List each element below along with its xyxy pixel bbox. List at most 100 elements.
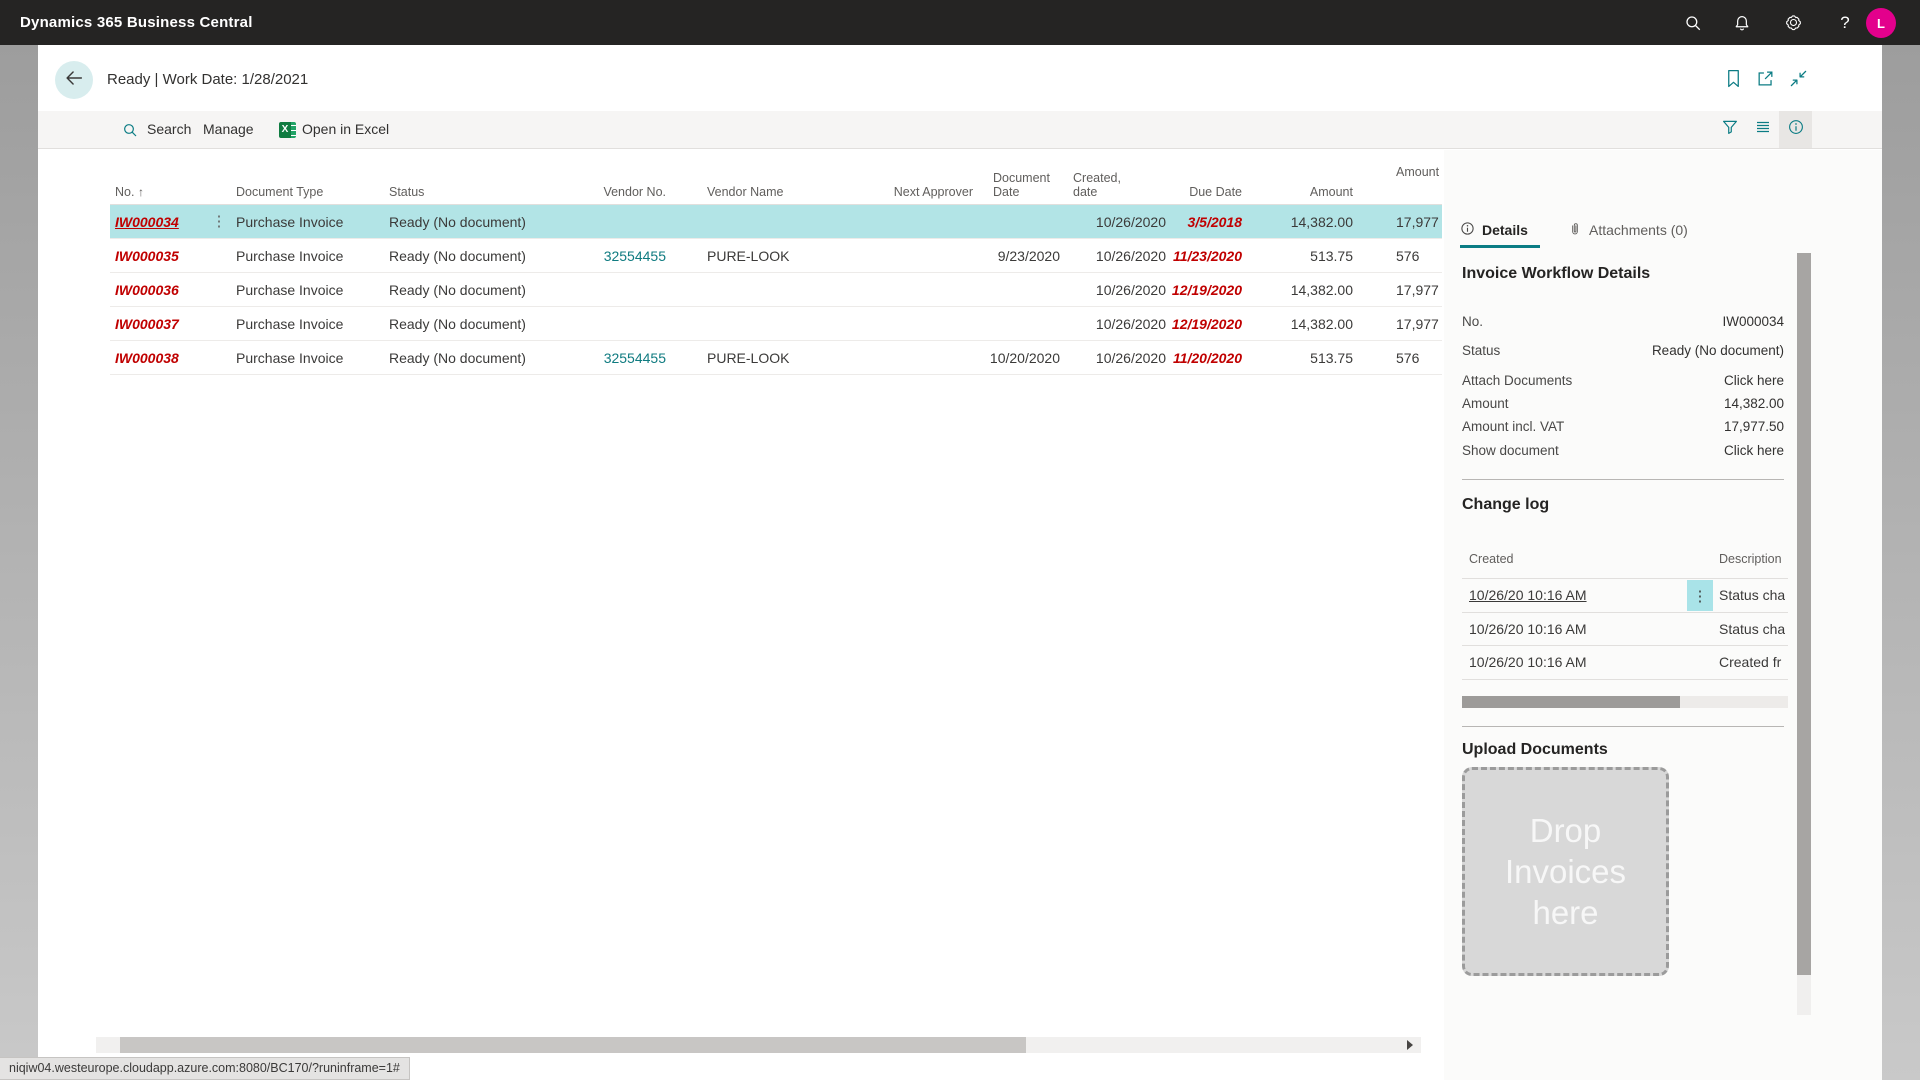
status-cell: Ready (No document) bbox=[389, 341, 589, 375]
invoice-no-link[interactable]: IW000037 bbox=[115, 307, 200, 341]
tab-details-label: Details bbox=[1482, 222, 1528, 238]
field-show-document: Show document Click here bbox=[1462, 439, 1784, 463]
collapse-button[interactable] bbox=[1785, 69, 1811, 93]
column-header-document-type[interactable]: Document Type bbox=[236, 185, 386, 199]
details-pane-toggle-button[interactable] bbox=[1779, 111, 1812, 148]
factbox-scrollbar-thumb[interactable] bbox=[1797, 253, 1811, 975]
tab-attachments-label: Attachments (0) bbox=[1589, 222, 1688, 238]
invoice-dropzone[interactable]: Drop Invoices here bbox=[1462, 767, 1669, 976]
due-date-cell: 12/19/2020 bbox=[1132, 273, 1242, 307]
changelog-created-link[interactable]: 10/26/20 10:16 AM bbox=[1469, 579, 1639, 612]
changelog-horizontal-scrollbar[interactable] bbox=[1462, 696, 1788, 708]
column-header-vendor-name[interactable]: Vendor Name bbox=[707, 185, 847, 199]
page-background-left bbox=[0, 45, 38, 1080]
toolbar-search-icon bbox=[122, 111, 138, 148]
settings-button[interactable] bbox=[1772, 0, 1814, 45]
document-type-cell: Purchase Invoice bbox=[236, 205, 386, 239]
back-button[interactable] bbox=[55, 61, 93, 99]
avatar-initial: L bbox=[1877, 16, 1885, 31]
changelog-created-cell[interactable]: 10/26/20 10:16 AM bbox=[1469, 613, 1639, 646]
bookmark-icon bbox=[1725, 69, 1742, 93]
grid-scrollbar-thumb[interactable] bbox=[120, 1037, 1026, 1053]
vendor-name-cell: PURE-LOOK bbox=[707, 239, 847, 273]
toolbar-search-button[interactable]: Search bbox=[147, 111, 191, 148]
invoice-no-link[interactable]: IW000034 bbox=[115, 205, 200, 239]
changelog-scrollbar-thumb[interactable] bbox=[1462, 696, 1680, 708]
app-window: Dynamics 365 Business Central ? L bbox=[0, 0, 1920, 1080]
column-header-amount-incl-vat[interactable]: Amount bbox=[1396, 165, 1442, 179]
search-button[interactable] bbox=[1672, 0, 1714, 45]
question-mark-icon: ? bbox=[1840, 13, 1849, 33]
changelog-description-cell: Status cha bbox=[1719, 579, 1785, 612]
changelog-row-ellipsis-icon[interactable]: ⋮ bbox=[1687, 580, 1713, 611]
column-header-amount[interactable]: Amount bbox=[1253, 185, 1353, 199]
help-button[interactable]: ? bbox=[1824, 0, 1866, 45]
status-cell: Ready (No document) bbox=[389, 239, 589, 273]
table-row[interactable]: IW000035 Purchase Invoice Ready (No docu… bbox=[110, 239, 1442, 273]
user-avatar[interactable]: L bbox=[1866, 8, 1896, 38]
status-cell: Ready (No document) bbox=[389, 205, 589, 239]
link-status-tooltip: niqiw04.westeurope.cloudapp.azure.com:80… bbox=[0, 1057, 410, 1080]
toolbar-open-in-excel-button[interactable]: Open in Excel bbox=[302, 111, 389, 148]
due-date-cell: 11/20/2020 bbox=[1132, 341, 1242, 375]
document-type-cell: Purchase Invoice bbox=[236, 341, 386, 375]
due-date-cell: 3/5/2018 bbox=[1132, 205, 1242, 239]
column-header-status[interactable]: Status bbox=[389, 185, 589, 199]
invoice-no-link[interactable]: IW000038 bbox=[115, 341, 200, 375]
amount-cell: 513.75 bbox=[1253, 239, 1353, 273]
notifications-button[interactable] bbox=[1721, 0, 1763, 45]
table-row[interactable]: IW000036 Purchase Invoice Ready (No docu… bbox=[110, 273, 1442, 307]
table-row[interactable]: IW000037 Purchase Invoice Ready (No docu… bbox=[110, 307, 1442, 341]
table-row[interactable]: IW000038 Purchase Invoice Ready (No docu… bbox=[110, 341, 1442, 375]
table-row-selected[interactable]: IW000034 ⋮ Purchase Invoice Ready (No do… bbox=[110, 205, 1442, 239]
tab-attachments[interactable]: Attachments (0) bbox=[1568, 216, 1688, 244]
open-in-new-window-icon bbox=[1756, 69, 1775, 93]
factbox-section-title: Invoice Workflow Details bbox=[1462, 265, 1650, 283]
upload-documents-title: Upload Documents bbox=[1462, 741, 1608, 759]
field-value-link[interactable]: IW000034 bbox=[1722, 310, 1784, 334]
divider bbox=[1462, 679, 1788, 680]
field-value-link[interactable]: Click here bbox=[1724, 439, 1784, 463]
divider bbox=[1462, 726, 1784, 727]
status-cell: Ready (No document) bbox=[389, 273, 589, 307]
field-status: Status Ready (No document) bbox=[1462, 339, 1784, 363]
field-no: No. IW000034 bbox=[1462, 310, 1784, 334]
row-ellipsis-icon[interactable]: ⋮ bbox=[208, 205, 230, 239]
open-in-new-window-button[interactable] bbox=[1752, 69, 1778, 93]
factbox-vertical-scrollbar[interactable] bbox=[1797, 253, 1811, 1015]
scroll-right-arrow-icon bbox=[1407, 1040, 1413, 1050]
toolbar-manage-button[interactable]: Manage bbox=[203, 111, 254, 148]
changelog-column-created: Created bbox=[1469, 552, 1513, 566]
column-header-document-date[interactable]: Document Date bbox=[993, 171, 1050, 199]
column-header-next-approver[interactable]: Next Approver bbox=[843, 185, 973, 199]
column-header-due-date[interactable]: Due Date bbox=[1132, 185, 1242, 199]
info-circle-icon bbox=[1460, 221, 1475, 239]
amount-incl-vat-cell: 576 bbox=[1396, 341, 1442, 375]
column-header-vendor-no[interactable]: Vendor No. bbox=[566, 185, 666, 199]
grid-horizontal-scrollbar[interactable] bbox=[96, 1037, 1421, 1053]
document-type-cell: Purchase Invoice bbox=[236, 239, 386, 273]
invoice-no-link[interactable]: IW000036 bbox=[115, 273, 200, 307]
filter-button[interactable] bbox=[1713, 111, 1746, 148]
info-icon bbox=[1787, 118, 1805, 141]
top-navigation-bar: Dynamics 365 Business Central ? L bbox=[0, 0, 1920, 45]
vendor-no-link[interactable]: 32554455 bbox=[566, 239, 666, 273]
document-type-cell: Purchase Invoice bbox=[236, 307, 386, 341]
column-header-created-date[interactable]: Created, date bbox=[1073, 171, 1121, 199]
field-attach-documents: Attach Documents Click here bbox=[1462, 369, 1784, 393]
vendor-no-link[interactable]: 32554455 bbox=[566, 341, 666, 375]
column-header-no[interactable]: No. ↑ bbox=[115, 185, 200, 199]
bookmark-button[interactable] bbox=[1720, 69, 1746, 93]
invoice-no-link[interactable]: IW000035 bbox=[115, 239, 200, 273]
amount-incl-vat-cell: 17,977 bbox=[1396, 273, 1442, 307]
scroll-right-button[interactable] bbox=[1402, 1037, 1418, 1053]
field-value: 14,382.00 bbox=[1724, 392, 1784, 416]
list-view-button[interactable] bbox=[1746, 111, 1779, 148]
list-icon bbox=[1754, 118, 1772, 141]
changelog-created-cell[interactable]: 10/26/20 10:16 AM bbox=[1469, 646, 1639, 679]
changelog-description-cell: Status cha bbox=[1719, 613, 1785, 646]
tab-details[interactable]: Details bbox=[1460, 216, 1528, 244]
document-date-cell: 9/23/2020 bbox=[960, 239, 1060, 273]
field-value-link[interactable]: Click here bbox=[1724, 369, 1784, 393]
active-tab-underline bbox=[1460, 245, 1540, 248]
